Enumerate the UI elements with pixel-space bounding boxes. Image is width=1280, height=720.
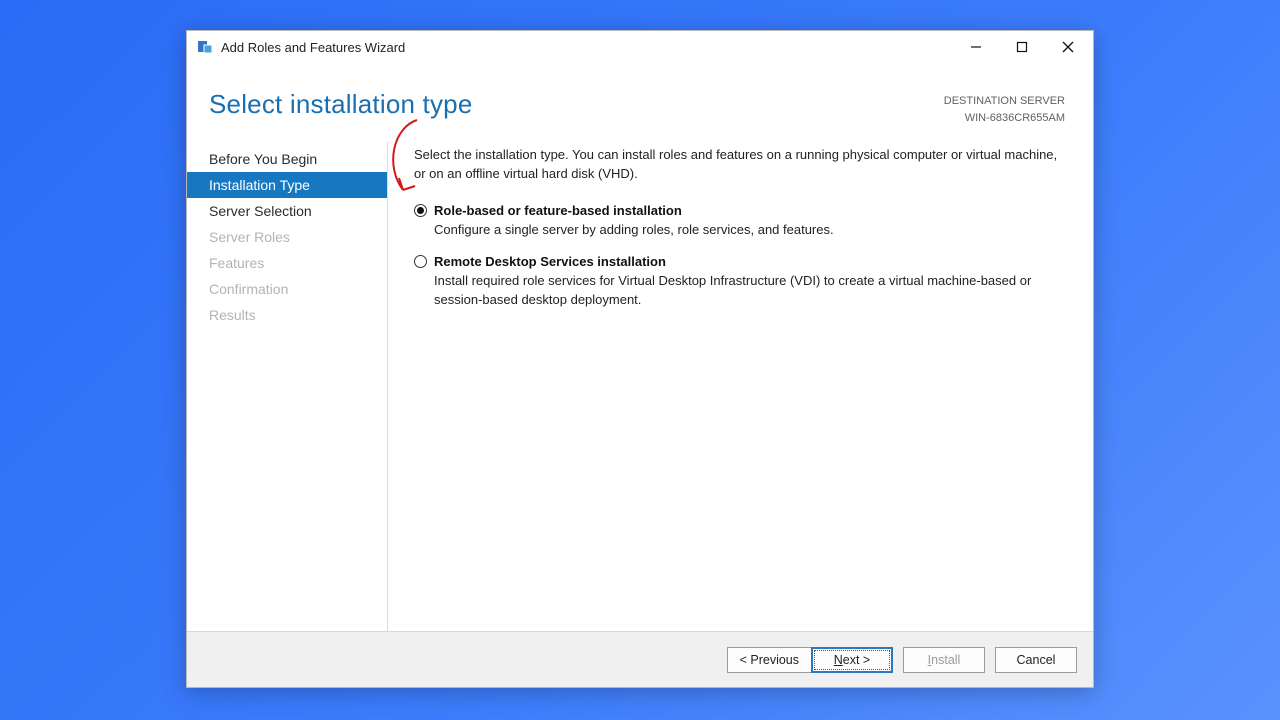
content: Before You Begin Installation Type Serve… xyxy=(187,134,1093,631)
close-button[interactable] xyxy=(1045,32,1091,62)
option-title: Remote Desktop Services installation xyxy=(434,253,1067,272)
wizard-footer: < Previous Next > Install Cancel xyxy=(187,631,1093,687)
destination-label: DESTINATION SERVER xyxy=(944,93,1065,110)
intro-text: Select the installation type. You can in… xyxy=(414,146,1067,184)
option-remote-desktop-services[interactable]: Remote Desktop Services installation Ins… xyxy=(414,253,1067,310)
sidebar-item-server-selection[interactable]: Server Selection xyxy=(187,198,387,224)
titlebar: Add Roles and Features Wizard xyxy=(187,31,1093,63)
radio-role-based[interactable] xyxy=(414,204,427,217)
option-role-based[interactable]: Role-based or feature-based installation… xyxy=(414,202,1067,240)
wizard-window: Add Roles and Features Wizard Select ins… xyxy=(186,30,1094,688)
nav-button-group: < Previous Next > xyxy=(727,647,893,673)
page-title: Select installation type xyxy=(209,89,944,120)
sidebar-item-results: Results xyxy=(187,302,387,328)
window-title: Add Roles and Features Wizard xyxy=(221,40,405,55)
option-desc: Configure a single server by adding role… xyxy=(434,221,1067,240)
sidebar-item-before-you-begin[interactable]: Before You Begin xyxy=(187,146,387,172)
maximize-button[interactable] xyxy=(999,32,1045,62)
previous-button[interactable]: < Previous xyxy=(727,647,812,673)
sidebar-item-confirmation: Confirmation xyxy=(187,276,387,302)
destination-value: WIN-6836CR655AM xyxy=(944,110,1065,127)
main-panel: Select the installation type. You can in… xyxy=(387,142,1087,631)
sidebar-item-installation-type[interactable]: Installation Type xyxy=(187,172,387,198)
radio-remote-desktop[interactable] xyxy=(414,255,427,268)
install-button: Install xyxy=(903,647,985,673)
header: Select installation type DESTINATION SER… xyxy=(187,63,1093,134)
wizard-sidebar: Before You Begin Installation Type Serve… xyxy=(187,142,387,631)
destination-server: DESTINATION SERVER WIN-6836CR655AM xyxy=(944,89,1065,126)
minimize-button[interactable] xyxy=(953,32,999,62)
option-title: Role-based or feature-based installation xyxy=(434,202,1067,221)
server-manager-icon xyxy=(197,39,213,55)
next-button[interactable]: Next > xyxy=(811,647,893,673)
cancel-button[interactable]: Cancel xyxy=(995,647,1077,673)
sidebar-item-server-roles: Server Roles xyxy=(187,224,387,250)
option-desc: Install required role services for Virtu… xyxy=(434,272,1067,310)
sidebar-item-features: Features xyxy=(187,250,387,276)
